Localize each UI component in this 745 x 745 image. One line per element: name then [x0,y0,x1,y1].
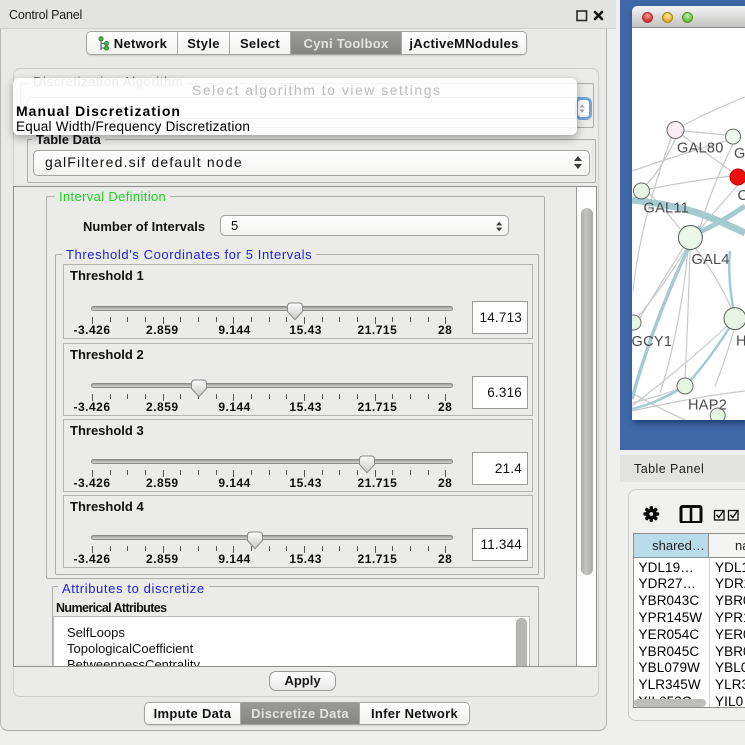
svg-text:GA: GA [734,146,745,162]
svg-text:GAL80: GAL80 [677,141,724,157]
svg-text:GCY1: GCY1 [632,334,672,350]
svg-text:GAL4: GAL4 [692,252,730,268]
svg-text:C: C [738,188,745,204]
svg-text:HAP2: HAP2 [688,398,727,414]
svg-text:GAL11: GAL11 [644,201,690,217]
svg-text:H: H [736,334,745,350]
